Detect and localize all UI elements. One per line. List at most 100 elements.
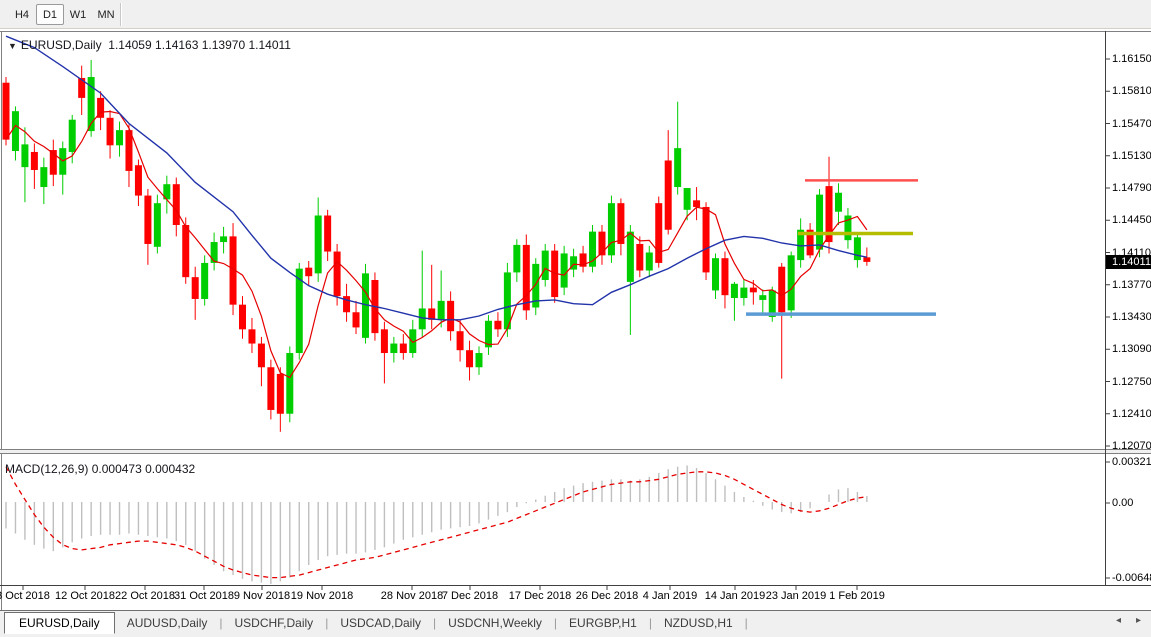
- bear-candle: [721, 258, 728, 295]
- tab-scroll-left-icon[interactable]: ◂: [1116, 615, 1121, 626]
- symbol-tabbar: EURUSD,DailyAUDUSD,Daily|USDCHF,Daily|US…: [0, 610, 1151, 637]
- tab-audusd-daily[interactable]: AUDUSD,Daily: [115, 613, 220, 633]
- bear-candle: [305, 268, 312, 277]
- bull-candle: [116, 130, 123, 145]
- date-axis-label: 12 Oct 2018: [55, 590, 115, 602]
- tab-eurgbp-h1[interactable]: EURGBP,H1: [557, 613, 649, 633]
- date-axis-label: 31 Oct 2018: [174, 590, 234, 602]
- bull-candle: [419, 308, 426, 329]
- price-axis-label: 1.13430: [1112, 311, 1151, 323]
- tab-separator: |: [745, 616, 748, 630]
- bull-candle: [561, 253, 568, 287]
- timeframe-button-mn[interactable]: MN: [92, 4, 120, 25]
- bull-candle: [788, 255, 795, 310]
- bear-candle: [258, 344, 265, 368]
- price-axis-label: 1.16150: [1112, 53, 1151, 65]
- date-axis-label: 26 Dec 2018: [576, 590, 638, 602]
- macd-signal-value: 0.000432: [145, 462, 195, 476]
- tab-usdcad-daily[interactable]: USDCAD,Daily: [328, 613, 433, 633]
- bear-candle: [863, 257, 870, 262]
- bull-candle: [211, 242, 218, 263]
- bull-candle: [740, 288, 747, 298]
- bear-candle: [703, 207, 710, 272]
- bear-candle: [447, 301, 454, 331]
- bull-candle: [674, 148, 681, 187]
- price-axis-label: 1.13770: [1112, 279, 1151, 291]
- bear-candle: [636, 244, 643, 271]
- bear-candle: [173, 184, 180, 225]
- macd-axis-label: 0.00: [1112, 497, 1133, 509]
- price-axis-label: 1.15810: [1112, 85, 1151, 97]
- date-axis-label: 9 Nov 2018: [234, 590, 290, 602]
- bear-candle: [144, 196, 151, 244]
- timeframe-button-w1[interactable]: W1: [64, 4, 92, 25]
- bull-candle: [646, 252, 653, 270]
- tab-usdchf-daily[interactable]: USDCHF,Daily: [223, 613, 326, 633]
- macd-axis-label: 0.003216: [1112, 456, 1151, 468]
- macd-axis-label: -0.006485: [1112, 572, 1151, 584]
- bear-candle: [3, 83, 10, 140]
- collapse-triangle-icon[interactable]: ▼: [8, 41, 17, 51]
- timeframe-button-h4[interactable]: H4: [8, 4, 36, 25]
- bear-candle: [31, 152, 38, 170]
- price-axis-label: 1.15130: [1112, 150, 1151, 162]
- bear-candle: [457, 331, 464, 350]
- ma-fast-line: [6, 112, 867, 378]
- bull-candle: [286, 353, 293, 414]
- bull-candle: [835, 193, 842, 212]
- bear-candle: [248, 329, 255, 343]
- price-axis-label: 1.14450: [1112, 214, 1151, 226]
- bear-candle: [135, 165, 142, 195]
- bear-candle: [750, 288, 757, 293]
- date-axis-label: 1 Feb 2019: [829, 590, 885, 602]
- bear-candle: [655, 203, 662, 263]
- bull-candle: [476, 353, 483, 367]
- bull-candle: [627, 232, 634, 282]
- chart-window[interactable]: ▼EURUSD,Daily 1.14059 1.14163 1.13970 1.…: [0, 30, 1151, 610]
- date-axis-label: 28 Nov 2018: [381, 590, 443, 602]
- bull-candle: [513, 245, 520, 273]
- bear-candle: [665, 160, 672, 229]
- date-axis-label: 17 Dec 2018: [509, 590, 571, 602]
- timeframe-button-d1[interactable]: D1: [36, 4, 64, 25]
- bull-candle: [69, 120, 76, 152]
- tab-eurusd-daily[interactable]: EURUSD,Daily: [4, 612, 115, 634]
- price-axis-label: 1.12070: [1112, 440, 1151, 452]
- macd-value: 0.000473: [92, 462, 142, 476]
- bull-candle: [12, 111, 19, 151]
- bear-candle: [182, 225, 189, 277]
- date-axis-label: 4 Jan 2019: [643, 590, 697, 602]
- bear-candle: [598, 232, 605, 256]
- macd-indicator-label: MACD(12,26,9) 0.000473 0.000432: [5, 462, 195, 476]
- tab-nzdusd-h1[interactable]: NZDUSD,H1: [652, 613, 745, 633]
- bull-candle: [201, 263, 208, 299]
- bull-candle: [816, 195, 823, 250]
- price-chart-canvas[interactable]: [0, 30, 1151, 610]
- bull-candle: [21, 144, 28, 167]
- price-axis-label: 1.15470: [1112, 118, 1151, 130]
- chart-symbol-label: EURUSD,Daily: [21, 38, 102, 52]
- tab-usdcnh-weekly[interactable]: USDCNH,Weekly: [436, 613, 554, 633]
- toolbar-separator: [120, 3, 122, 26]
- chart-title: ▼EURUSD,Daily 1.14059 1.14163 1.13970 1.…: [8, 38, 291, 52]
- bear-candle: [466, 350, 473, 367]
- ohlc-low: 1.13970: [202, 38, 245, 52]
- bear-candle: [192, 277, 199, 299]
- bear-candle: [334, 252, 341, 297]
- bear-candle: [494, 321, 501, 330]
- bear-candle: [693, 200, 700, 207]
- date-axis-label: 23 Jan 2019: [766, 590, 827, 602]
- bull-candle: [608, 203, 615, 255]
- timeframe-toolbar: H4D1W1MN: [0, 0, 1151, 29]
- bull-candle: [438, 301, 445, 320]
- date-axis-label: 14 Jan 2019: [705, 590, 766, 602]
- bear-candle: [107, 118, 114, 146]
- date-axis-label: 7 Dec 2018: [442, 590, 498, 602]
- bull-candle: [684, 188, 691, 210]
- macd-signal-line: [6, 467, 867, 578]
- date-axis-label: 3 Oct 2018: [0, 590, 50, 602]
- tab-scroll-right-icon[interactable]: ▸: [1136, 615, 1141, 626]
- bear-candle: [277, 374, 284, 414]
- bear-candle: [381, 329, 388, 353]
- bear-candle: [324, 216, 331, 252]
